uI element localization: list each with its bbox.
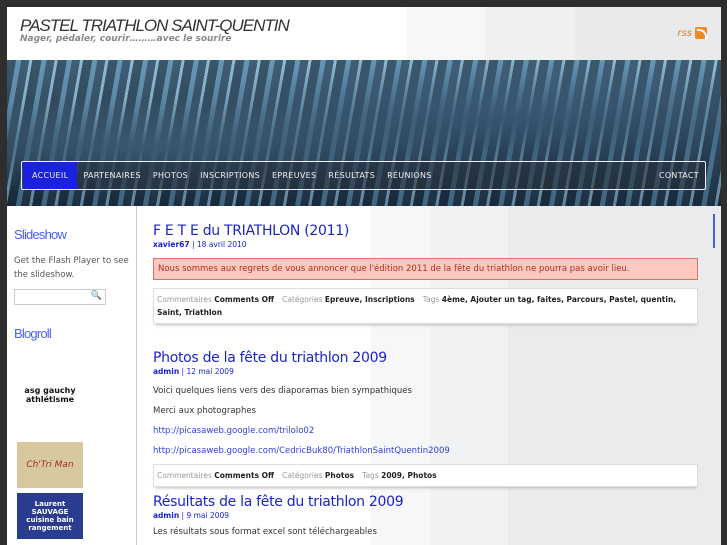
comments-link[interactable]: Comments Off: [214, 295, 274, 304]
post-footer: Commentaires Comments Off Catégories Phot…: [153, 464, 698, 487]
tags-links[interactable]: 2009, Photos: [381, 471, 437, 480]
post-footer: Commentaires Comments Off Catégories Epre…: [153, 288, 698, 324]
search-input[interactable]: 🔍: [14, 289, 106, 305]
tags-label: Tags: [422, 295, 440, 304]
tagline: Nager, pédaler, courir………avec le sourire: [20, 34, 232, 44]
post-date: 9 mai 2009: [186, 511, 230, 520]
nav-accueil[interactable]: ACCUEIL: [23, 162, 78, 189]
paragraph: Voici quelques liens vers des diaporamas…: [153, 386, 412, 396]
nav-inscriptions[interactable]: INSCRIPTIONS: [194, 162, 266, 189]
comments-label: Commentaires: [157, 295, 212, 304]
post-body: Voici quelques liens vers des diaporamas…: [153, 386, 698, 456]
categories-label: Catégories: [282, 295, 323, 304]
site-title[interactable]: PASTEL TRIATHLON SAINT-QUENTIN: [20, 16, 290, 36]
categories-label: Catégories: [282, 471, 323, 480]
content: F E T E du TRIATHLON (2011) xavier67 | 1…: [138, 206, 721, 545]
alert-box: Nous sommes aux regrets de vous annoncer…: [153, 258, 698, 280]
post-author[interactable]: xavier67: [153, 240, 190, 249]
header: PASTEL TRIATHLON SAINT-QUENTIN Nager, pé…: [7, 7, 721, 60]
logo-asg-gauchy[interactable]: asg gauchy athlétisme: [17, 353, 83, 437]
page: PASTEL TRIATHLON SAINT-QUENTIN Nager, pé…: [7, 7, 721, 545]
slideshow-heading: Slideshow: [14, 227, 67, 242]
tags-label: Tags: [362, 471, 379, 480]
categories-links[interactable]: Photos: [325, 471, 354, 480]
blogroll-heading: Blogroll: [14, 326, 52, 341]
nav-epreuves[interactable]: EPREUVES: [266, 162, 322, 189]
post-author[interactable]: admin: [153, 511, 179, 520]
main-nav: ACCUEIL PARTENAIRES PHOTOS INSCRIPTIONS …: [21, 161, 706, 190]
logo-chtriman[interactable]: Ch'Tri Man: [17, 442, 83, 488]
search-icon[interactable]: 🔍: [91, 291, 102, 301]
nav-photos[interactable]: PHOTOS: [147, 162, 194, 189]
post-title[interactable]: Résultats de la fête du triathlon 2009: [153, 494, 698, 510]
nav-partenaires[interactable]: PARTENAIRES: [77, 162, 147, 189]
slideshow-text: Get the Flash Player to see the slidesho…: [14, 256, 129, 280]
post-meta: xavier67 | 18 avril 2010: [153, 240, 247, 249]
paragraph: Les résultats sous format excel sont tél…: [153, 527, 377, 537]
picasa-link[interactable]: http://picasaweb.google.com/trilolo02: [153, 426, 698, 436]
post-meta: admin | 9 mai 2009: [153, 511, 230, 520]
picasa-link[interactable]: http://picasaweb.google.com/CedricBuk80/…: [153, 446, 698, 456]
sidebar: Slideshow Get the Flash Player to see th…: [7, 206, 137, 545]
categories-links[interactable]: Epreuve, Inscriptions: [325, 295, 415, 304]
post-body: Les résultats sous format excel sont tél…: [153, 527, 698, 538]
banner-image: ACCUEIL PARTENAIRES PHOTOS INSCRIPTIONS …: [7, 60, 721, 206]
post: Photos de la fête du triathlon 2009 admi…: [153, 350, 698, 487]
post: Résultats de la fête du triathlon 2009 a…: [153, 494, 698, 538]
post: F E T E du TRIATHLON (2011) xavier67 | 1…: [153, 223, 698, 324]
rss-link[interactable]: rss: [677, 27, 707, 39]
nav-contact[interactable]: CONTACT: [653, 162, 705, 189]
paragraph: Merci aux photographes: [153, 406, 256, 416]
scroll-indicator: [713, 214, 715, 248]
rss-label: rss: [677, 27, 692, 39]
logo-sauvage[interactable]: Laurent SAUVAGE cuisine bain rangement: [17, 493, 83, 539]
post-title[interactable]: Photos de la fête du triathlon 2009: [153, 350, 698, 366]
comments-label: Commentaires: [157, 471, 212, 480]
post-date: 18 avril 2010: [196, 240, 247, 249]
nav-reunions[interactable]: RÉUNIONS: [381, 162, 438, 189]
post-meta: admin | 12 mai 2009: [153, 367, 234, 376]
nav-resultats[interactable]: RÉSULTATS: [322, 162, 381, 189]
post-title[interactable]: F E T E du TRIATHLON (2011): [153, 223, 698, 239]
post-date: 12 mai 2009: [186, 367, 234, 376]
comments-link[interactable]: Comments Off: [214, 471, 274, 480]
post-author[interactable]: admin: [153, 367, 179, 376]
rss-icon: [695, 27, 707, 39]
